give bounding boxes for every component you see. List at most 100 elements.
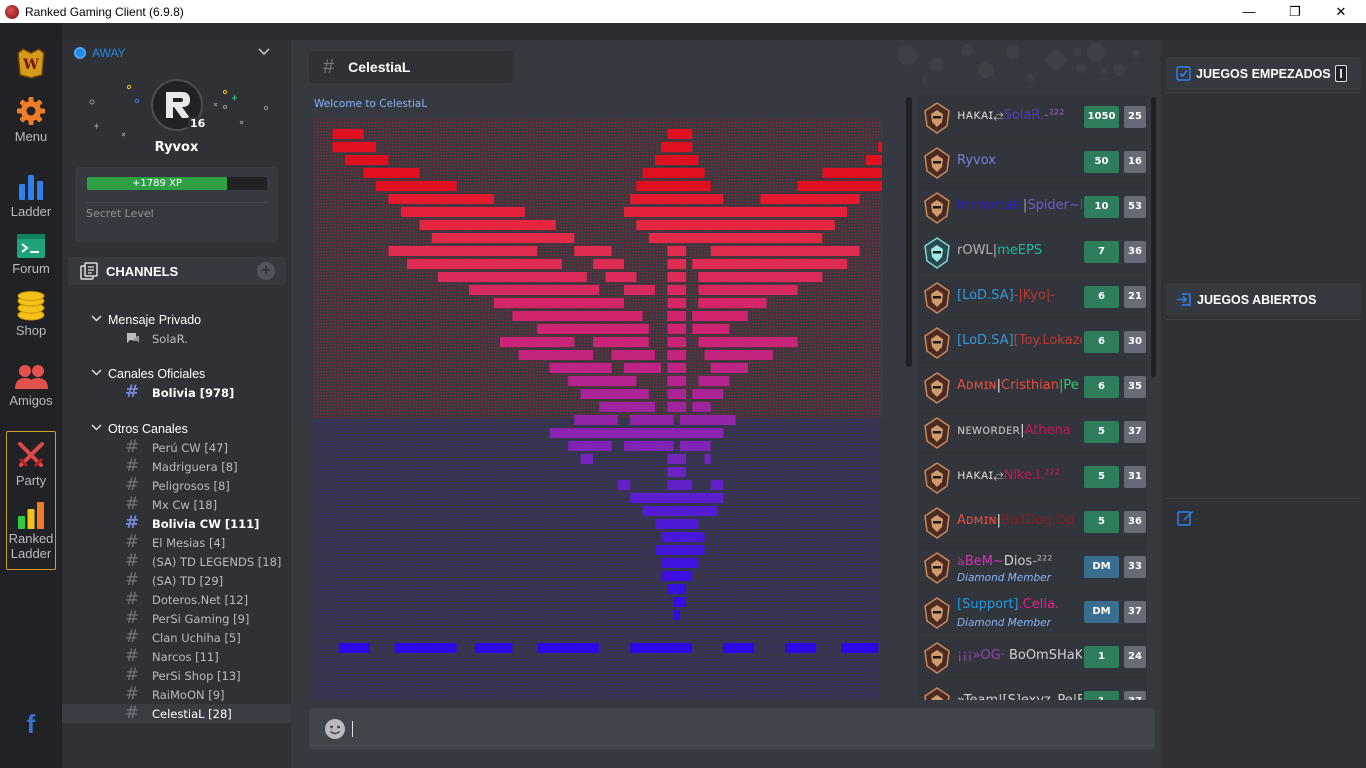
open-games-label: JUEGOS ABIERTOS <box>1197 292 1317 307</box>
member-row[interactable]: rOWL|meEPS 7 36 <box>919 230 1147 274</box>
hash-icon: # <box>124 475 140 495</box>
art-segment <box>568 376 637 386</box>
art-segment <box>692 311 748 321</box>
ranked-ladder-button[interactable]: Ranked Ladder <box>0 501 62 561</box>
channel-item[interactable]: # Mx Cw [18] <box>62 495 291 514</box>
art-segment <box>704 220 835 230</box>
art-segment <box>500 337 575 347</box>
member-row[interactable]: ¡¡¡»OG· BoOmSHaKa124 <box>919 635 1147 679</box>
art-segment <box>568 441 612 451</box>
friends-button[interactable]: Amigos <box>0 363 62 408</box>
member-name-part: Nike.I.²²² <box>1003 468 1060 483</box>
member-row[interactable]: [Support].Celia. Diamond Member DM 37 <box>919 590 1147 634</box>
art-segment <box>667 298 686 308</box>
channel-item[interactable]: # (SA) TD LEGENDS [18] <box>62 552 291 571</box>
channel-item[interactable]: # Peligrosos [8] <box>62 476 291 495</box>
member-row[interactable]: ঌBeM~Dios-²²² Diamond Member DM 33 <box>919 545 1147 589</box>
channel-title-bar: # CelestiaL <box>309 51 513 83</box>
rank-helmet-icon <box>924 327 950 359</box>
chat-area: # CelestiaL Welcome to CelestiaL ʜᴀᴋᴀɪ⥄S… <box>291 40 1161 768</box>
hash-icon: # <box>124 494 140 514</box>
channel-item[interactable]: # (SA) TD [29] <box>62 571 291 590</box>
rank-helmet-icon <box>924 102 950 134</box>
member-name-part: Athena <box>1024 423 1071 438</box>
bar-chart-icon <box>19 175 43 200</box>
channel-item[interactable]: # El Mesias [4] <box>62 533 291 552</box>
level-badge: 16 <box>188 117 208 130</box>
hash-icon: # <box>323 55 335 78</box>
gear-icon <box>17 97 45 125</box>
art-segment <box>394 643 457 653</box>
member-name-part: [Support] <box>957 597 1019 612</box>
forum-button[interactable]: Forum <box>0 233 62 276</box>
channel-label: Bolivia CW [111] <box>152 516 260 531</box>
channel-item[interactable]: # Narcos [11] <box>62 647 291 666</box>
ladder-button[interactable]: Ladder <box>0 172 62 219</box>
art-segment <box>667 285 686 295</box>
member-row[interactable]: Aᴅᴍɪɴ|BullDog.Op 5 36 <box>919 500 1147 544</box>
member-row[interactable]: Ryvox 50 16 <box>919 140 1147 184</box>
art-segment <box>760 194 860 204</box>
channel-item[interactable]: # Clan Uchiha [5] <box>62 628 291 647</box>
friends-label: Amigos <box>9 393 53 408</box>
member-row[interactable]: Aᴅᴍɪɴ|Cristhian|Pe 6 35 <box>919 365 1147 409</box>
art-segment <box>549 428 724 438</box>
art-segment <box>580 389 649 399</box>
status-selector[interactable]: AWAY <box>74 46 274 60</box>
channel-group-header[interactable]: Otros Canales <box>62 419 291 438</box>
compose-button[interactable] <box>1166 501 1361 534</box>
channel-item[interactable]: # PerSi Gaming [9] <box>62 609 291 628</box>
open-games-header[interactable]: JUEGOS ABIERTOS <box>1166 283 1361 316</box>
menu-button[interactable]: Menu <box>0 95 62 144</box>
channel-item[interactable]: # Bolivia CW [111] <box>62 514 291 533</box>
member-name: ʜᴀᴋᴀɪ⥄Nike.I.²²² <box>957 468 1082 483</box>
channel-item[interactable]: # Madriguera [8] <box>62 457 291 476</box>
member-name: Ryvox <box>957 153 1082 168</box>
member-scrollbar[interactable] <box>1151 97 1156 377</box>
member-row[interactable]: ɴᴇᴡᴏʀᴅᴇʀ|Athena 5 37 <box>919 410 1147 454</box>
channel-item[interactable]: # Bolivia [978] <box>62 383 291 402</box>
party-button[interactable]: Party <box>0 439 62 488</box>
facebook-icon[interactable]: f <box>0 709 62 740</box>
game-logo-icon[interactable]: W <box>0 47 62 81</box>
member-name: ঌBeM~Dios-²²² <box>957 552 1082 573</box>
coins-icon <box>17 291 45 321</box>
channel-item[interactable]: # PerSi Shop [13] <box>62 666 291 685</box>
member-name: ¡¡¡»OG· BoOmSHaKa <box>957 648 1082 663</box>
shop-button[interactable]: Shop <box>0 291 62 338</box>
channel-group-header[interactable]: Mensaje Privado <box>62 310 291 329</box>
channel-item[interactable]: # Perú CW [47] <box>62 438 291 457</box>
minimize-button[interactable]: — <box>1226 0 1272 23</box>
close-button[interactable]: ✕ <box>1318 0 1364 23</box>
xp-box: +1789 XP Secret Level <box>75 167 278 242</box>
art-segment <box>624 285 655 295</box>
channel-item[interactable]: SolaR. <box>62 329 291 348</box>
channel-group-header[interactable]: Canales Oficiales <box>62 364 291 383</box>
member-row[interactable]: [LoD.SA]-|Kyo|- 6 21 <box>919 275 1147 319</box>
channel-label: SolaR. <box>152 331 188 346</box>
message-input[interactable] <box>309 708 1155 750</box>
member-row[interactable]: Immortals|Spider~M1053 <box>919 185 1147 229</box>
channel-item[interactable]: # RaiMoON [9] <box>62 685 291 704</box>
channel-panel: AWAY 16 Ryvox +1789 XP Secret Level CHAN… <box>62 40 291 768</box>
maximize-button[interactable]: ❐ <box>1272 0 1318 23</box>
art-segment <box>667 389 686 399</box>
member-row[interactable]: [LoD.SA][Toy.Lokazo 6 30 <box>919 320 1147 364</box>
chevron-down-icon <box>258 48 270 56</box>
channel-label: (SA) TD LEGENDS [18] <box>152 554 282 569</box>
channel-item[interactable]: # CelestiaL [28] <box>62 704 291 723</box>
add-channel-button[interactable]: + <box>257 262 275 280</box>
channel-item[interactable]: # Doteros.Net [12] <box>62 590 291 609</box>
art-segment <box>642 168 705 178</box>
chat-scrollbar[interactable] <box>906 97 912 367</box>
started-games-header[interactable]: JUEGOS EMPEZADOS <box>1166 57 1361 90</box>
member-row[interactable]: ʜᴀᴋᴀɪ⥄Nike.I.²²² 5 31 <box>919 455 1147 499</box>
art-segment <box>667 363 686 373</box>
art-segment <box>593 337 649 347</box>
status-label: AWAY <box>92 46 126 60</box>
channel-group-title: Canales Oficiales <box>108 366 206 381</box>
member-row[interactable]: ʜᴀᴋᴀɪ⥄SolaR.-²²² 1050 25 <box>919 95 1147 139</box>
member-name: ʜᴀᴋᴀɪ⥄SolaR.-²²² <box>957 108 1082 123</box>
toggle-icon[interactable] <box>1335 65 1347 82</box>
member-row[interactable]: »Team|[S]exyz_Pe|E1 37 <box>919 680 1147 700</box>
